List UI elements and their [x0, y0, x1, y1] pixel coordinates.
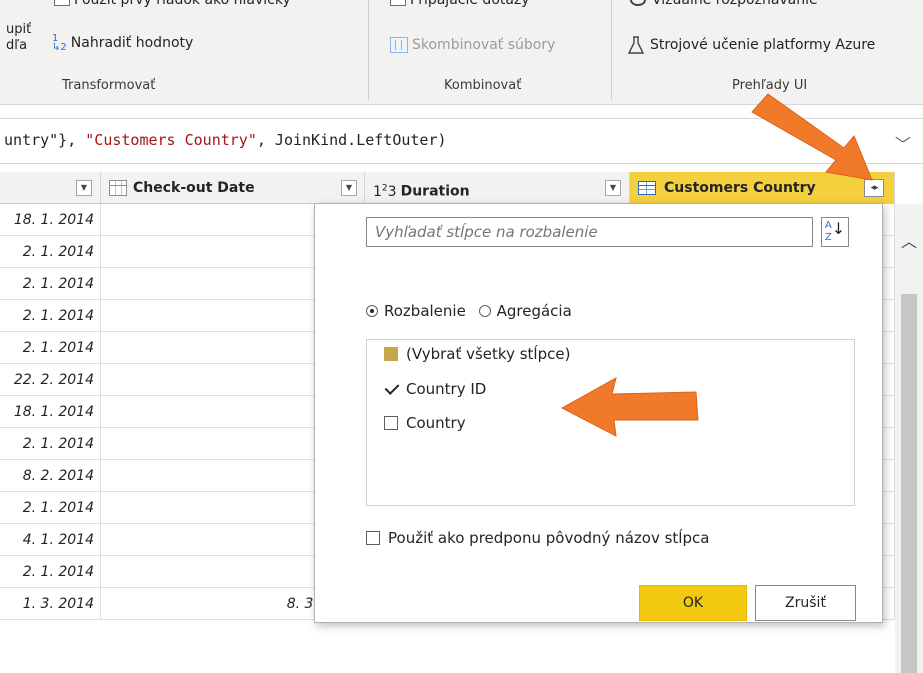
column-header-checkin[interactable]: ▼ — [0, 172, 101, 204]
radio-expand[interactable]: Rozbalenie — [366, 302, 474, 320]
azure-ml-button[interactable]: Strojové učenie platformy Azure — [628, 36, 875, 54]
group-label-transform: Transformovať — [62, 78, 156, 93]
combine-files-icon — [390, 37, 408, 53]
table-icon — [54, 0, 70, 6]
cell-checkin: 2. 1. 2014 — [0, 332, 101, 364]
combine-files-button[interactable]: Skombinovať súbory — [390, 37, 555, 53]
ok-button[interactable]: OK — [639, 585, 747, 621]
cell-checkin: 2. 1. 2014 — [0, 300, 101, 332]
vision-button[interactable]: Vizuálne rozpoznávanie — [630, 0, 818, 8]
cell-checkin: 2. 1. 2014 — [0, 268, 101, 300]
column-filter-dropdown-icon[interactable]: ▼ — [76, 180, 92, 196]
radio-selected-icon[interactable] — [366, 305, 378, 317]
column-filter-dropdown-icon[interactable]: ▼ — [605, 180, 621, 196]
cell-checkin: 2. 1. 2014 — [0, 428, 101, 460]
table-type-icon[interactable] — [638, 181, 656, 195]
scrollbar-thumb[interactable] — [901, 294, 917, 673]
replace-values-button[interactable]: 1 ↳2 Nahradiť hodnoty — [52, 33, 193, 53]
vertical-scrollbar[interactable]: ︿ — [895, 204, 923, 673]
replace-values-icon: 1 ↳2 — [52, 33, 67, 53]
cell-checkin: 1. 3. 2014 — [0, 588, 101, 620]
checkbox-unchecked-icon[interactable] — [384, 416, 398, 430]
use-first-row-headers-button[interactable]: Použiť prvý riadok ako hlavičky — [54, 0, 291, 8]
checkbox-unchecked-icon[interactable] — [366, 531, 380, 545]
chevron-up-icon[interactable]: ︿ — [899, 234, 919, 250]
annotation-arrow-icon — [751, 93, 873, 181]
group-by-button[interactable]: upiť — [6, 22, 31, 37]
date-type-icon[interactable] — [109, 180, 127, 196]
sort-az-icon: AZ — [824, 220, 832, 243]
cancel-button[interactable]: Zrušiť — [755, 585, 856, 621]
cell-checkin: 2. 1. 2014 — [0, 236, 101, 268]
cell-checkin: 2. 1. 2014 — [0, 556, 101, 588]
column-item-country-id[interactable]: Country ID — [384, 380, 486, 398]
column-item-country[interactable]: Country — [384, 414, 466, 432]
mode-radio-group: Rozbalenie Agregácia — [366, 302, 580, 320]
group-by-label-2: dľa — [6, 38, 28, 53]
cell-checkin: 2. 1. 2014 — [0, 492, 101, 524]
ribbon-separator — [611, 0, 612, 100]
annotation-arrow-icon — [560, 377, 699, 437]
radio-aggregate[interactable]: Agregácia — [478, 302, 580, 320]
prefix-option[interactable]: Použiť ako predponu pôvodný názov stĺpca — [366, 529, 709, 547]
checkbox-partial-icon[interactable] — [384, 347, 398, 361]
column-search-input[interactable] — [366, 217, 813, 247]
cell-checkin: 22. 2. 2014 — [0, 364, 101, 396]
radio-unselected-icon[interactable] — [478, 305, 491, 317]
cell-checkin: 18. 1. 2014 — [0, 396, 101, 428]
flask-icon — [628, 36, 644, 54]
cell-checkin: 18. 1. 2014 — [0, 204, 101, 236]
column-header-checkout[interactable]: Check-out Date ▼ — [101, 172, 365, 204]
column-header-duration[interactable]: 123 Duration ▼ — [365, 172, 630, 204]
number-type-icon[interactable]: 123 — [373, 183, 397, 200]
eye-icon — [630, 0, 646, 6]
group-label-combine: Kombinovať — [444, 78, 522, 93]
checkbox-checked-icon[interactable] — [384, 382, 398, 396]
select-all-columns-item[interactable]: (Vybrať všetky stĺpce) — [384, 345, 570, 363]
ribbon-separator — [368, 0, 369, 100]
append-queries-button[interactable]: Pripájacie dotazy — [390, 0, 530, 8]
chevron-down-icon[interactable]: ﹀ — [895, 131, 911, 155]
append-icon — [390, 0, 406, 6]
column-filter-dropdown-icon[interactable]: ▼ — [341, 180, 357, 196]
cell-checkin: 8. 2. 2014 — [0, 460, 101, 492]
sort-az-button[interactable]: A Z↓ — [821, 217, 849, 247]
formula-text[interactable]: untry"}, "Customers Country", JoinKind.L… — [4, 131, 447, 149]
cell-checkin: 4. 1. 2014 — [0, 524, 101, 556]
